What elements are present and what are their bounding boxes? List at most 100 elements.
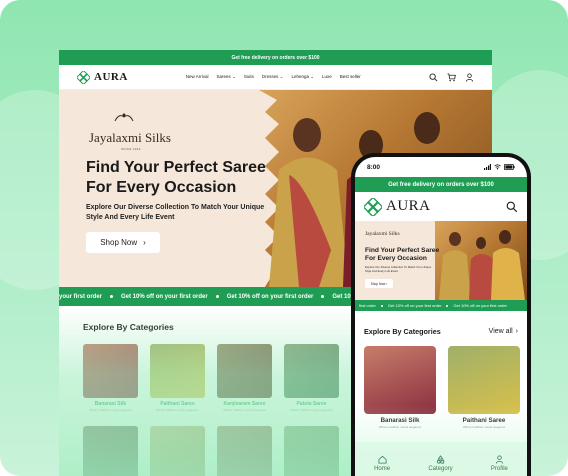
category-caption: Where tradition meets elegance — [223, 408, 266, 412]
phone-hero-illustration — [439, 230, 525, 300]
category-name: Banarasi Silk — [94, 401, 127, 407]
phone-category-card[interactable]: Paithani Saree Where tradition meets ele… — [448, 346, 520, 429]
ticker-item: Get 10% off on your first order — [226, 293, 314, 300]
nav-menu: New Arrival Sarees ⌄ Suits Dresses ⌄ Leh… — [186, 74, 361, 80]
chevron-down-icon: ⌄ — [279, 74, 284, 79]
category-image — [83, 426, 138, 476]
signal-icon — [484, 164, 491, 170]
wifi-icon — [494, 164, 501, 170]
ticker-item: your first order — [59, 293, 103, 300]
status-icons — [484, 164, 515, 170]
ticker-item: Get 10% off on your first order — [387, 303, 442, 308]
category-image — [150, 344, 205, 398]
category-image — [284, 426, 339, 476]
brand-crest-icon — [114, 113, 134, 122]
phone-category-card[interactable]: Banarasi Silk Where tradition meets eleg… — [364, 346, 436, 429]
category-name: Kanjivaram Saree — [223, 401, 266, 407]
chevron-down-icon: ⌄ — [310, 74, 315, 79]
phone-hero-banner: Jayalaxmi Silks Find Your Perfect Saree … — [355, 221, 527, 300]
category-image — [217, 344, 272, 398]
user-icon[interactable] — [465, 72, 474, 82]
chevron-down-icon: ⌄ — [232, 74, 236, 79]
category-image — [448, 346, 520, 414]
category-caption: Where tradition meets elegance — [156, 408, 199, 412]
ticker-item: Get 10% off on your first order — [453, 303, 507, 308]
brand-logo[interactable]: AURA — [77, 70, 128, 84]
logo-text: AURA — [94, 71, 128, 83]
view-all-link[interactable]: View all › — [489, 328, 518, 335]
phone-shop-now-button[interactable]: Shop Now › — [365, 279, 393, 288]
tab-label: Category — [428, 466, 453, 472]
search-icon[interactable] — [506, 201, 518, 213]
promo-bar: Get free delivery on orders over $100 — [59, 50, 492, 65]
main-nav: AURA New Arrival Sarees ⌄ Suits Dresses … — [59, 65, 492, 90]
phone-screen: 8:00 Get free delivery on orders over $1… — [355, 157, 527, 476]
nav-item-dresses[interactable]: Dresses ⌄ — [262, 74, 284, 80]
chevron-right-icon: › — [143, 238, 146, 247]
phone-category-list: Banarasi Silk Where tradition meets eleg… — [364, 346, 520, 429]
category-card[interactable]: Kanjivaram Saree Where tradition meets e… — [217, 344, 272, 412]
category-card[interactable]: Paithani Saree Where tradition meets ele… — [150, 344, 205, 412]
category-caption: Where tradition meets elegance — [378, 425, 422, 429]
phone-categories-header: Explore By Categories View all › — [364, 327, 518, 336]
phone-mockup: 8:00 Get free delivery on orders over $1… — [351, 153, 531, 476]
ticker-dot — [215, 295, 219, 298]
battery-icon — [504, 164, 515, 170]
chevron-right-icon: › — [515, 328, 518, 335]
tab-label: Profile — [490, 466, 508, 472]
category-image — [364, 346, 436, 414]
phone-categories-section: Explore By Categories View all › Banarasi… — [355, 311, 527, 441]
category-image — [284, 344, 339, 398]
category-card[interactable] — [284, 426, 339, 476]
phone-hero-title: Find Your Perfect Saree For Every Occasi… — [365, 247, 440, 262]
tab-profile[interactable]: Profile — [491, 455, 508, 472]
nav-item-luxe[interactable]: Luxe — [322, 74, 332, 80]
phone-logo-text: AURA — [386, 198, 431, 214]
nav-item-best-seller[interactable]: Best seller — [340, 74, 361, 80]
shop-now-button[interactable]: Shop Now › — [86, 232, 160, 253]
category-image — [217, 426, 272, 476]
cart-icon[interactable] — [447, 72, 456, 82]
hero-subtitle: Explore Our Diverse Collection To Match … — [86, 204, 265, 221]
tab-category[interactable]: Category — [428, 455, 453, 472]
search-icon[interactable] — [429, 72, 438, 82]
partner-brand-name: Jayalaxmi Silks — [89, 130, 171, 145]
category-card[interactable] — [150, 426, 205, 476]
aura-logo-icon — [77, 70, 90, 84]
category-name: Banarasi Silk — [380, 417, 420, 424]
nav-label: Sarees — [216, 74, 231, 79]
tab-home[interactable]: Home — [374, 455, 390, 472]
nav-item-suits[interactable]: Suits — [244, 74, 254, 80]
aura-logo-icon[interactable] — [364, 197, 382, 216]
nav-item-sarees[interactable]: Sarees ⌄ — [217, 74, 236, 80]
partner-brand-since: SINCE 1944 — [121, 147, 141, 151]
phone-partner-brand: Jayalaxmi Silks — [365, 231, 400, 237]
nav-item-new-arrival[interactable]: New Arrival — [186, 74, 209, 80]
home-icon — [378, 455, 387, 464]
phone-offer-ticker: first order Get 10% off on your first or… — [355, 300, 527, 311]
shop-now-label: Shop Now — [100, 238, 138, 247]
hero-title: Find Your Perfect Saree For Every Occasi… — [86, 159, 266, 196]
ticker-item: first order — [359, 303, 376, 308]
ticker-dot — [380, 304, 383, 307]
category-name: Patola Saree — [296, 401, 327, 407]
status-bar: 8:00 — [355, 157, 527, 177]
category-caption: Where tradition meets elegance — [89, 408, 132, 412]
ticker-dot — [110, 295, 114, 298]
category-name: Paithani Saree — [160, 401, 195, 407]
category-card[interactable] — [217, 426, 272, 476]
category-card[interactable]: Patola Saree Where tradition meets elega… — [284, 344, 339, 412]
ticker-item: Get 10% off on your first order — [121, 293, 208, 300]
phone-promo-bar: Get free delivery on orders over $100 — [355, 177, 527, 192]
profile-icon — [495, 455, 503, 464]
phone-hero-subtitle: Explore Our Diverse Collection To Match … — [365, 265, 432, 273]
nav-item-lehenga[interactable]: Lehenga ⌄ — [291, 74, 314, 80]
category-card[interactable] — [83, 426, 138, 476]
category-image — [150, 426, 205, 476]
view-all-label: View all — [488, 328, 513, 335]
category-caption: Where tradition meets elegance — [462, 425, 506, 429]
category-card[interactable]: Banarasi Silk Where tradition meets eleg… — [83, 344, 138, 412]
phone-categories-title: Explore By Categories — [364, 327, 441, 336]
phone-hero-image — [435, 221, 527, 300]
status-time: 8:00 — [367, 163, 381, 171]
